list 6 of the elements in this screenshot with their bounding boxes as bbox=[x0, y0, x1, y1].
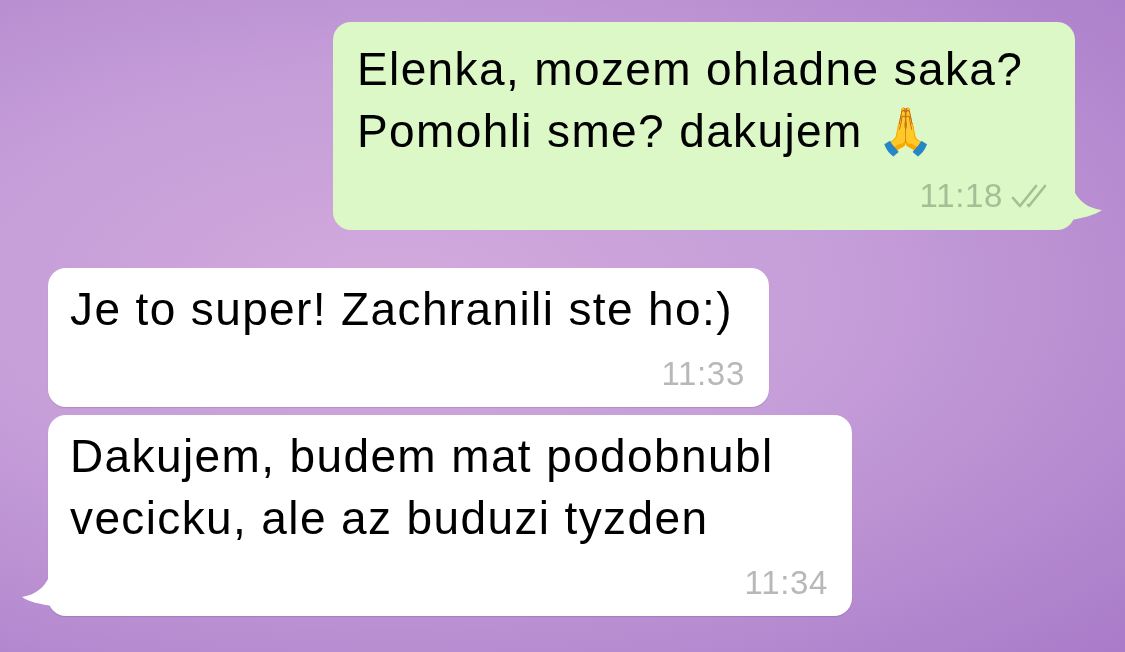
message-text: Je to super! Zachranili ste ho:) bbox=[70, 282, 734, 337]
message-text: Dakujem, budem mat podobnubl vecicku, ale az buduzi tyzden bbox=[70, 429, 775, 546]
message-text: Elenka, mozem ohladne saka? Pomohli sme? dakujem 🙏 bbox=[357, 42, 1025, 159]
message-time: 11:33 bbox=[661, 354, 745, 394]
message-time: 11:18 bbox=[919, 176, 1003, 216]
message-time: 11:34 bbox=[744, 563, 828, 603]
